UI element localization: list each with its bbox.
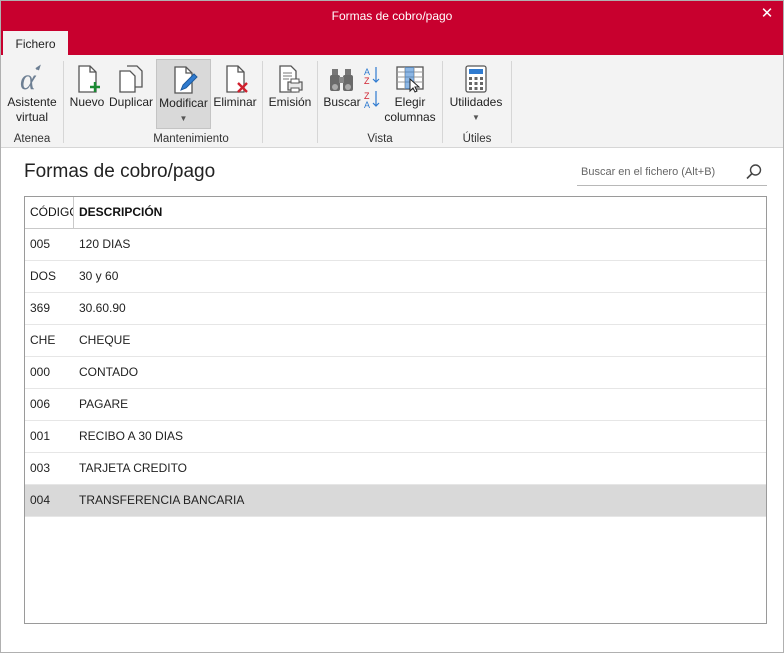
chevron-down-icon: ▼ (472, 113, 480, 122)
cell-descripcion: 30 y 60 (79, 269, 119, 283)
table-row[interactable]: 001 RECIBO A 30 DIAS (25, 421, 766, 453)
buscar-label: Buscar (323, 95, 361, 109)
utilidades-button[interactable]: Utilidades ▼ (447, 59, 505, 129)
cell-descripcion: TRANSFERENCIA BANCARIA (79, 493, 245, 507)
emision-label: Emisión (268, 95, 312, 109)
chevron-down-icon: ▼ (179, 114, 188, 123)
page-title: Formas de cobro/pago (24, 161, 216, 182)
group-label-utiles: Útiles (462, 133, 492, 145)
tab-fichero[interactable]: Fichero (3, 31, 68, 55)
cell-descripcion: 30.60.90 (79, 301, 126, 315)
duplicar-button[interactable]: Duplicar (108, 59, 154, 129)
cell-codigo: 001 (30, 429, 51, 443)
cell-descripcion: RECIBO A 30 DIAS (79, 429, 184, 443)
cell-codigo: DOS (30, 269, 57, 283)
table-row[interactable]: 006 PAGARE (25, 389, 766, 421)
asistente-label-2: virtual (15, 110, 48, 124)
table-row[interactable]: 005 120 DIAS (25, 229, 766, 261)
eliminar-button[interactable]: Eliminar (213, 59, 257, 129)
table-row[interactable]: 369 30.60.90 (25, 293, 766, 325)
close-button[interactable]: ✕ (751, 1, 783, 27)
cell-descripcion: TARJETA CREDITO (79, 461, 188, 475)
data-table: CÓDIGO DESCRIPCIÓN 005 120 DIAS DOS 30 y 60… (24, 196, 767, 624)
utilidades-label: Utilidades (449, 95, 503, 109)
group-label-mantenimiento: Mantenimiento (153, 133, 229, 145)
edit-document-icon (173, 66, 198, 94)
search-icon[interactable] (745, 163, 763, 181)
svg-text:Z: Z (364, 76, 370, 86)
column-header-codigo[interactable]: CÓDIGO (25, 197, 74, 228)
alpha-icon: α (20, 63, 41, 95)
duplicar-label: Duplicar (108, 95, 153, 109)
group-separator (63, 61, 64, 143)
cell-codigo: 000 (30, 365, 51, 379)
app-window: Formas de cobro/pago ✕ Fichero α Asisten… (0, 0, 784, 653)
sort-az-icon: A Z Z A (364, 67, 380, 109)
table-row[interactable]: 003 TARJETA CREDITO (25, 453, 766, 485)
cell-codigo: 006 (30, 397, 51, 411)
elegir-label-1: Elegir (394, 95, 426, 109)
cell-codigo: 369 (30, 301, 51, 315)
table-row[interactable]: CHE CHEQUE (25, 325, 766, 357)
table-row[interactable]: 004 TRANSFERENCIA BANCARIA (25, 485, 766, 517)
table-row[interactable]: DOS 30 y 60 (25, 261, 766, 293)
duplicate-icon (119, 65, 143, 93)
search-input[interactable] (581, 162, 731, 182)
asistente-virtual-button[interactable]: α Asistente virtual (5, 59, 59, 129)
elegir-label-2: columnas (384, 110, 436, 124)
group-separator (317, 61, 318, 143)
sort-button[interactable]: A Z Z A (362, 59, 382, 119)
elegir-columnas-button[interactable]: Elegir columnas (384, 59, 436, 129)
delete-document-icon (226, 65, 248, 93)
cell-descripcion: CHEQUE (79, 333, 131, 347)
cell-descripcion: CONTADO (79, 365, 139, 379)
eliminar-label: Eliminar (213, 95, 257, 109)
svg-text:A: A (364, 100, 370, 109)
binoculars-icon (330, 69, 353, 91)
nuevo-button[interactable]: Nuevo (68, 59, 106, 129)
cell-descripcion: PAGARE (79, 397, 129, 411)
nuevo-label: Nuevo (69, 95, 105, 109)
buscar-button[interactable]: Buscar (322, 59, 362, 129)
cell-codigo: 005 (30, 237, 51, 251)
cell-codigo: CHE (30, 333, 56, 347)
title-bar: Formas de cobro/pago ✕ Fichero (1, 1, 783, 55)
modificar-button[interactable]: Modificar ▼ (156, 59, 211, 129)
new-document-icon (78, 65, 100, 93)
emision-button[interactable]: Emisión (267, 59, 313, 129)
group-separator (442, 61, 443, 143)
table-row[interactable]: 000 CONTADO (25, 357, 766, 389)
svg-text:α: α (20, 63, 37, 95)
column-header-descripcion[interactable]: DESCRIPCIÓN (75, 197, 162, 228)
group-label-vista: Vista (367, 133, 393, 145)
cell-codigo: 004 (30, 493, 51, 507)
cell-descripcion: 120 DIAS (79, 237, 131, 251)
table-header: CÓDIGO DESCRIPCIÓN (25, 197, 766, 229)
search-box (577, 159, 767, 186)
group-label-atenea: Atenea (13, 133, 51, 145)
group-separator (511, 61, 512, 143)
asistente-label-1: Asistente (7, 95, 57, 109)
ribbon: α Asistente virtual Atenea Nuevo Duplica… (1, 55, 783, 148)
calculator-icon (465, 65, 487, 93)
print-icon (279, 65, 303, 93)
window-title: Formas de cobro/pago (331, 9, 453, 23)
modificar-label: Modificar (159, 96, 208, 110)
group-separator (262, 61, 263, 143)
close-icon: ✕ (760, 5, 774, 22)
cell-codigo: 003 (30, 461, 51, 475)
columns-icon (396, 66, 424, 93)
